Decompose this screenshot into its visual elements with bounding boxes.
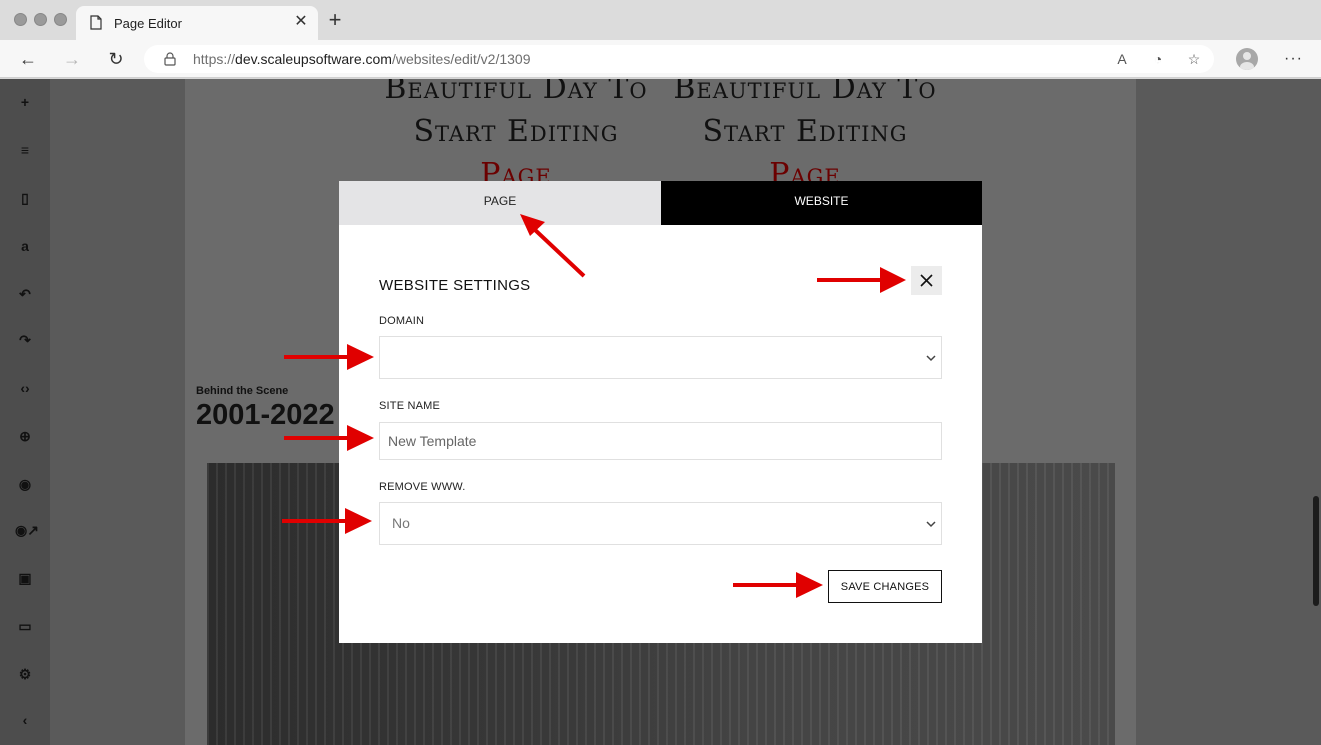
- close-button[interactable]: [911, 266, 942, 295]
- profile-avatar[interactable]: [1236, 48, 1258, 70]
- tab-title: Page Editor: [114, 16, 182, 31]
- domain-label: DOMAIN: [379, 315, 425, 327]
- close-icon: [920, 274, 933, 287]
- address-bar[interactable]: https://dev.scaleupsoftware.com/websites…: [144, 45, 1214, 73]
- page-icon: [90, 15, 102, 30]
- reload-icon[interactable]: ↻: [105, 48, 127, 70]
- tab-close-icon[interactable]: ✕: [293, 14, 309, 30]
- window-minimize-dot[interactable]: [34, 13, 47, 26]
- text-style-icon[interactable]: a: [15, 236, 35, 256]
- browser-tab[interactable]: Page Editor ✕: [76, 6, 318, 40]
- save-disk-icon[interactable]: ▣: [15, 568, 35, 588]
- remove-www-label: REMOVE WWW.: [379, 481, 466, 493]
- window-zoom-dot[interactable]: [54, 13, 67, 26]
- scene-years: 2001-2022: [196, 399, 335, 431]
- tracking-prevention-icon[interactable]: ◔: [1149, 50, 1167, 68]
- forward-arrow-icon[interactable]: →: [61, 48, 83, 70]
- back-arrow-icon[interactable]: ←: [17, 48, 39, 70]
- tab-website[interactable]: WEBSITE: [661, 181, 982, 225]
- editor-left-rail: + ≡ ▯ a ↶ ↷ ‹› ⊕ ◉ ◉↗ ▣ ▭ ⚙ ‹: [0, 79, 50, 745]
- more-menu-icon[interactable]: ···: [1284, 50, 1303, 68]
- remove-www-value: No: [392, 515, 410, 531]
- hero-title-right: Beautiful Day To Start Editing Page: [673, 79, 937, 192]
- browser-toolbar: ← → ↻ https://dev.scaleupsoftware.com/we…: [0, 40, 1321, 78]
- domain-select[interactable]: [379, 336, 942, 379]
- lock-icon: [164, 52, 176, 66]
- preview-external-icon[interactable]: ◉↗: [15, 520, 39, 540]
- zoom-icon[interactable]: ⊕: [15, 426, 35, 446]
- preview-eye-icon[interactable]: ◉: [15, 474, 35, 494]
- tab-page[interactable]: PAGE: [339, 181, 661, 225]
- add-icon[interactable]: +: [15, 92, 35, 112]
- scene-label: Behind the Scene: [196, 385, 289, 397]
- page-scrollbar[interactable]: [1313, 496, 1319, 606]
- undo-icon[interactable]: ↶: [15, 284, 35, 304]
- browser-tabbar: Page Editor ✕ +: [0, 0, 1321, 40]
- chevron-down-icon: [926, 521, 936, 528]
- url-text: https://dev.scaleupsoftware.com/websites…: [193, 51, 531, 67]
- chevron-down-icon: [926, 355, 936, 362]
- collapse-chevron-icon[interactable]: ‹: [15, 710, 35, 730]
- clipboard-icon[interactable]: ▭: [15, 616, 35, 636]
- add-favorite-icon[interactable]: ☆: [1185, 50, 1203, 68]
- modal-heading: WEBSITE SETTINGS: [379, 277, 531, 294]
- save-changes-button[interactable]: SAVE CHANGES: [828, 570, 942, 603]
- code-icon[interactable]: ‹›: [15, 378, 35, 398]
- settings-gear-icon[interactable]: ⚙: [15, 664, 35, 684]
- redo-icon[interactable]: ↷: [15, 330, 35, 350]
- new-tab-icon[interactable]: +: [325, 9, 345, 31]
- page-file-icon[interactable]: ▯: [15, 188, 35, 208]
- read-aloud-icon[interactable]: A: [1113, 50, 1131, 68]
- window-close-dot[interactable]: [14, 13, 27, 26]
- site-name-label: SITE NAME: [379, 400, 441, 412]
- hero-title-left: Beautiful Day To Start Editing Page: [384, 79, 648, 192]
- person-icon: [1240, 52, 1254, 70]
- site-name-input[interactable]: [379, 422, 942, 460]
- website-settings-modal: PAGE WEBSITE WEBSITE SETTINGS DOMAIN SIT…: [339, 181, 982, 643]
- layers-icon[interactable]: ≡: [15, 140, 35, 160]
- remove-www-select[interactable]: No: [379, 502, 942, 545]
